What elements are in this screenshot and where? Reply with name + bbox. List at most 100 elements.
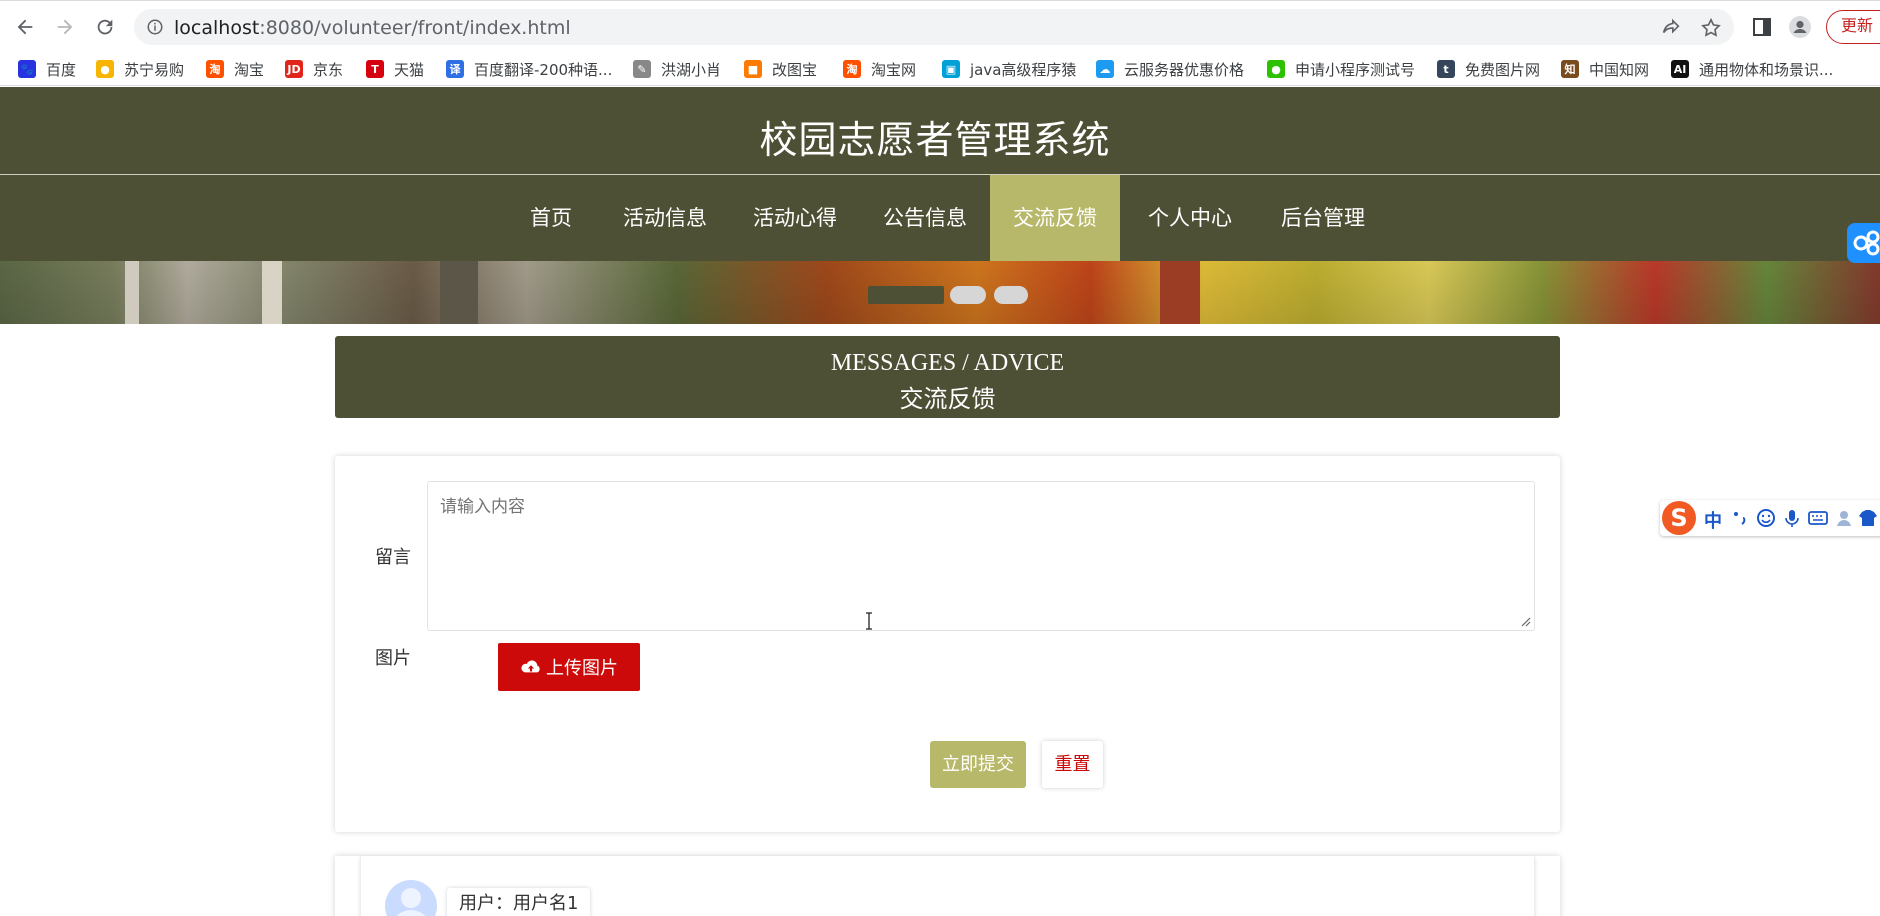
forward-icon[interactable] — [50, 12, 80, 42]
main-nav: 首页 活动信息 活动心得 公告信息 交流反馈 个人中心 后台管理 — [0, 175, 1880, 261]
nav-item-activities[interactable]: 活动信息 — [610, 175, 720, 261]
bookmark-label: 淘宝网 — [871, 60, 917, 79]
floating-tool-icon[interactable] — [1847, 223, 1880, 263]
url-text[interactable]: localhost:8080/volunteer/front/index.htm… — [174, 17, 571, 39]
submit-button[interactable]: 立即提交 — [930, 741, 1026, 788]
back-icon[interactable] — [10, 12, 40, 42]
image-tool-icon: ■ — [744, 60, 762, 78]
carousel-dot[interactable] — [868, 286, 944, 304]
site-title: 校园志愿者管理系统 — [759, 118, 1111, 162]
carousel-dot[interactable] — [994, 286, 1028, 304]
carousel-dot[interactable] — [950, 286, 986, 304]
side-panel-icon[interactable] — [1750, 15, 1774, 39]
browser-toolbar: localhost:8080/volunteer/front/index.htm… — [0, 0, 1880, 52]
image-label: 图片 — [375, 648, 411, 669]
bookmark-item[interactable]: ● 申请小程序测试号 — [1267, 58, 1415, 80]
message-list: 用户：用户名1 — [335, 856, 1560, 916]
sogou-logo-icon: S — [1662, 501, 1696, 535]
cnki-icon: 知 — [1561, 60, 1579, 78]
avatar — [385, 880, 437, 916]
taobao-icon: 淘 — [206, 60, 224, 78]
bookmark-item[interactable]: ▣ java高级程序猿 — [942, 58, 1076, 80]
url-path: :8080/volunteer/front/index.html — [259, 17, 571, 39]
bookmark-label: 洪湖小肖 — [661, 60, 722, 79]
bookmark-item[interactable]: 🐾 百度 — [18, 58, 76, 80]
cloud-upload-icon — [521, 660, 540, 673]
bookmark-label: 云服务器优惠价格 — [1124, 60, 1245, 79]
ai-icon: AI — [1671, 60, 1689, 78]
wechat-icon: ● — [1267, 60, 1285, 78]
url-host: localhost — [174, 17, 260, 39]
upload-image-button[interactable]: 上传图片 — [498, 643, 640, 691]
bookmark-label: 百度翻译-200种语... — [474, 60, 613, 79]
nav-item-announcements[interactable]: 公告信息 — [870, 175, 980, 261]
ime-mode[interactable]: 中 — [1704, 507, 1722, 533]
suning-icon: ● — [96, 60, 114, 78]
message-textarea[interactable] — [427, 481, 1535, 631]
bookmark-item[interactable]: t 免费图片网 — [1437, 58, 1540, 80]
ime-toolbar[interactable]: S 中 — [1660, 500, 1880, 536]
bookmark-item[interactable]: T 天猫 — [366, 58, 424, 80]
bookmark-item[interactable]: ■ 改图宝 — [744, 58, 817, 80]
cloud-icon: ☁ — [1096, 60, 1114, 78]
bookmark-label: 改图宝 — [772, 60, 818, 79]
bookmark-label: 申请小程序测试号 — [1295, 60, 1416, 79]
tmall-icon: T — [366, 60, 384, 78]
feedback-form: 留言 图片 上传图片 立即提交 重置 — [335, 456, 1560, 832]
bookmark-label: 天猫 — [394, 60, 425, 79]
user-icon[interactable] — [1834, 508, 1854, 528]
bookmark-item[interactable]: 淘淘宝网 — [843, 58, 916, 80]
reload-icon[interactable] — [90, 12, 120, 42]
bookmark-item[interactable]: ● 苏宁易购 — [96, 58, 184, 80]
bookmark-item[interactable]: 淘淘宝 — [206, 58, 264, 80]
profile-icon[interactable] — [1788, 15, 1812, 39]
bookmark-label: 通用物体和场景识... — [1699, 60, 1834, 79]
message-label: 留言 — [375, 547, 411, 568]
taobao-icon: 淘 — [843, 60, 861, 78]
bookmark-label: 免费图片网 — [1465, 60, 1541, 79]
baidu-icon: 🐾 — [18, 60, 36, 78]
section-title: MESSAGES / ADVICE 交流反馈 — [335, 336, 1560, 418]
translate-icon: 译 — [446, 60, 464, 78]
site-header: 校园志愿者管理系统 — [0, 87, 1880, 175]
nav-item-experiences[interactable]: 活动心得 — [740, 175, 850, 261]
reset-button[interactable]: 重置 — [1042, 741, 1103, 788]
upload-image-label: 上传图片 — [546, 658, 618, 679]
nav-item-home[interactable]: 首页 — [510, 175, 592, 261]
bookmark-item[interactable]: ☁ 云服务器优惠价格 — [1096, 58, 1244, 80]
keyboard-icon[interactable] — [1808, 508, 1828, 528]
microphone-icon[interactable] — [1782, 508, 1802, 528]
bookmark-label: 苏宁易购 — [124, 60, 185, 79]
tumblr-icon: t — [1437, 60, 1455, 78]
update-button[interactable]: 更新 — [1826, 10, 1880, 44]
list-item: 用户：用户名1 — [360, 856, 1535, 916]
nav-item-feedback[interactable]: 交流反馈 — [990, 175, 1120, 261]
bilibili-icon: ▣ — [942, 60, 960, 78]
info-icon[interactable] — [146, 18, 164, 36]
nav-item-profile[interactable]: 个人中心 — [1135, 175, 1245, 261]
bookmark-item[interactable]: 译百度翻译-200种语... — [446, 58, 612, 80]
bookmarks-bar: 🐾 百度 ● 苏宁易购 淘淘宝 JD 京东 T 天猫 译百度翻译-200种语... ✎ 洪… — [0, 52, 1880, 86]
bookmark-item[interactable]: ✎ 洪湖小肖 — [633, 58, 721, 80]
resize-handle-icon[interactable] — [1521, 617, 1531, 627]
emoji-icon[interactable] — [1756, 508, 1776, 528]
bookmark-label: 中国知网 — [1589, 60, 1650, 79]
pen-icon: ✎ — [633, 60, 651, 78]
bookmark-item[interactable]: JD 京东 — [285, 58, 343, 80]
punctuation-icon[interactable] — [1730, 508, 1750, 528]
section-title-en: MESSAGES / ADVICE — [830, 350, 1065, 376]
share-icon[interactable] — [1660, 17, 1682, 39]
section-title-zh: 交流反馈 — [899, 385, 996, 413]
nav-item-admin[interactable]: 后台管理 — [1268, 175, 1378, 261]
star-icon[interactable] — [1700, 17, 1722, 39]
bookmark-label: java高级程序猿 — [970, 60, 1077, 79]
bookmark-label: 百度 — [46, 60, 77, 79]
bookmark-item[interactable]: AI 通用物体和场景识... — [1671, 58, 1833, 80]
bookmark-label: 京东 — [313, 60, 344, 79]
skin-icon[interactable] — [1858, 508, 1878, 528]
bookmark-label: 淘宝 — [234, 60, 265, 79]
message-user: 用户：用户名1 — [447, 888, 591, 916]
bookmark-item[interactable]: 知中国知网 — [1561, 58, 1649, 80]
address-bar[interactable]: localhost:8080/volunteer/front/index.htm… — [134, 9, 1734, 45]
jd-icon: JD — [285, 60, 303, 78]
